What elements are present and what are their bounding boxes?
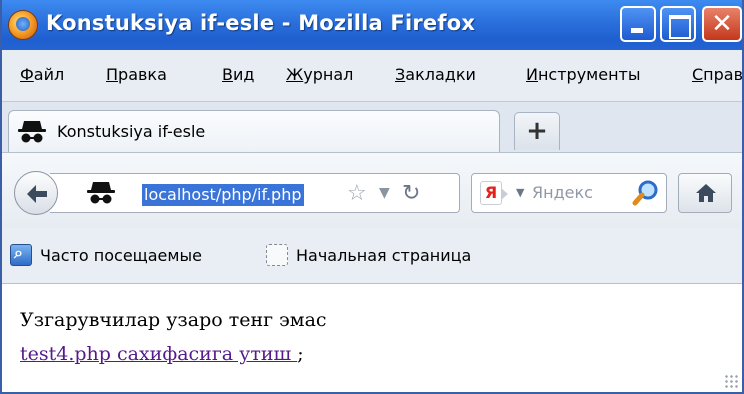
window-title: Konstuksiya if-esle - Mozilla Firefox	[46, 11, 476, 35]
url-dropdown-icon[interactable]: ▼	[379, 185, 390, 201]
maximize-button[interactable]	[660, 6, 696, 42]
site-identity-icon[interactable]	[86, 180, 116, 206]
menu-help[interactable]: Справка	[692, 65, 742, 84]
menu-bar: Файл Правка Вид Журнал Закладки Инструме…	[2, 50, 742, 102]
new-tab-button[interactable]: +	[514, 112, 560, 150]
yandex-logo-icon[interactable]: Я	[480, 181, 508, 205]
bookmark-star-icon[interactable]: ☆	[347, 181, 367, 206]
spy-icon	[18, 121, 46, 143]
browser-window: Konstuksiya if-esle - Mozilla Firefox ✕ …	[0, 0, 744, 394]
bookmark-start-page[interactable]: Начальная страница	[296, 246, 471, 265]
tab-strip: Konstuksiya if-esle +	[2, 102, 742, 152]
back-button[interactable]	[14, 171, 58, 215]
page-content: Узгарувчилар узаро тенг эмас test4.php с…	[2, 285, 742, 392]
plus-icon: +	[526, 116, 548, 146]
search-icon[interactable]	[632, 179, 660, 207]
navigation-bar: localhost/php/if.php ☆ ▼ ↻ Я ▼ Яндекс	[2, 152, 742, 228]
reload-icon[interactable]: ↻	[402, 181, 420, 206]
menu-file[interactable]: Файл	[20, 65, 64, 84]
resize-grip-icon[interactable]	[724, 374, 738, 388]
menu-edit[interactable]: Правка	[106, 65, 167, 84]
minimize-button[interactable]	[620, 6, 656, 42]
title-bar[interactable]: Konstuksiya if-esle - Mozilla Firefox ✕	[2, 0, 742, 50]
test4-link[interactable]: test4.php сахифасига утиш	[20, 343, 297, 365]
bookmarks-toolbar: Часто посещаемые Начальная страница	[2, 228, 742, 284]
smart-folder-icon	[10, 243, 32, 266]
blank-page-icon	[266, 244, 288, 266]
firefox-icon[interactable]	[8, 10, 38, 40]
back-arrow-icon	[27, 185, 47, 203]
search-bar[interactable]: Я ▼ Яндекс	[471, 173, 667, 213]
search-engine-dropdown-icon[interactable]: ▼	[516, 186, 524, 199]
menu-bookmarks[interactable]: Закладки	[395, 65, 476, 84]
menu-history[interactable]: Журнал	[286, 65, 353, 84]
semicolon-text: ;	[297, 343, 304, 365]
url-bar[interactable]: localhost/php/if.php ☆ ▼ ↻	[50, 173, 460, 213]
search-input[interactable]: Яндекс	[532, 183, 593, 202]
home-icon	[696, 184, 716, 202]
menu-tools[interactable]: Инструменты	[526, 65, 641, 84]
home-button[interactable]	[678, 173, 732, 213]
tab-label: Konstuksiya if-esle	[57, 122, 206, 141]
bookmark-most-visited[interactable]: Часто посещаемые	[40, 246, 202, 265]
url-input[interactable]: localhost/php/if.php	[142, 184, 304, 206]
close-button[interactable]: ✕	[702, 6, 742, 42]
tab-konstuksiya[interactable]: Konstuksiya if-esle	[8, 110, 500, 152]
link-line: test4.php сахифасига утиш ;	[20, 343, 304, 365]
menu-view[interactable]: Вид	[222, 65, 254, 84]
close-icon: ✕	[711, 9, 733, 39]
result-text: Узгарувчилар узаро тенг эмас	[20, 309, 327, 331]
